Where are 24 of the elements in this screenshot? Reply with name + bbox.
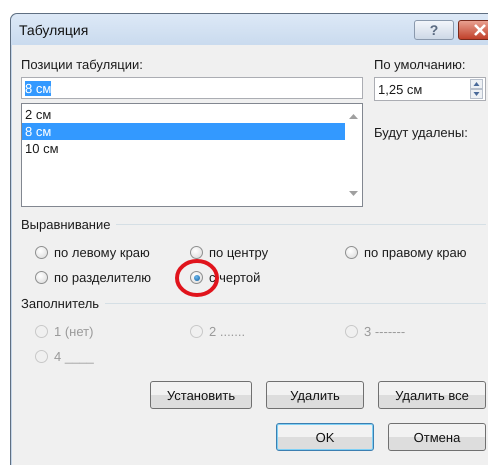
- radio-label: по центру: [209, 245, 268, 260]
- default-stops-spinner[interactable]: 1,25 см: [374, 77, 486, 101]
- radio-label: 1 (нет): [54, 324, 94, 339]
- group-title: Заполнитель: [21, 296, 100, 311]
- action-button[interactable]: Установить: [150, 381, 252, 409]
- radio-label: 3 -------: [364, 324, 406, 339]
- dialog-button[interactable]: OK: [276, 423, 374, 451]
- list-item[interactable]: 10 см: [22, 140, 345, 157]
- radio-label: 4 ____: [54, 349, 94, 364]
- radio-label: по правому краю: [364, 245, 466, 260]
- list-item[interactable]: 2 см: [22, 106, 345, 123]
- group-title: Выравнивание: [21, 217, 110, 232]
- to-be-removed-label: Будут удалены:: [374, 125, 469, 141]
- dialog-button[interactable]: Отмена: [388, 423, 486, 451]
- action-button[interactable]: Удалить: [266, 381, 364, 409]
- action-button[interactable]: Удалить все: [378, 381, 486, 409]
- radio-label: 2 .......: [209, 324, 246, 339]
- radio-label: с чертой: [209, 270, 260, 285]
- radio-label: по левому краю: [54, 245, 150, 260]
- help-button[interactable]: ?: [414, 20, 454, 40]
- default-stops-label: По умолчанию:: [374, 57, 467, 73]
- radio-label: по разделителю: [54, 270, 152, 285]
- window-title: Табуляция: [19, 22, 90, 38]
- tab-positions-label: Позиции табуляции:: [21, 57, 144, 73]
